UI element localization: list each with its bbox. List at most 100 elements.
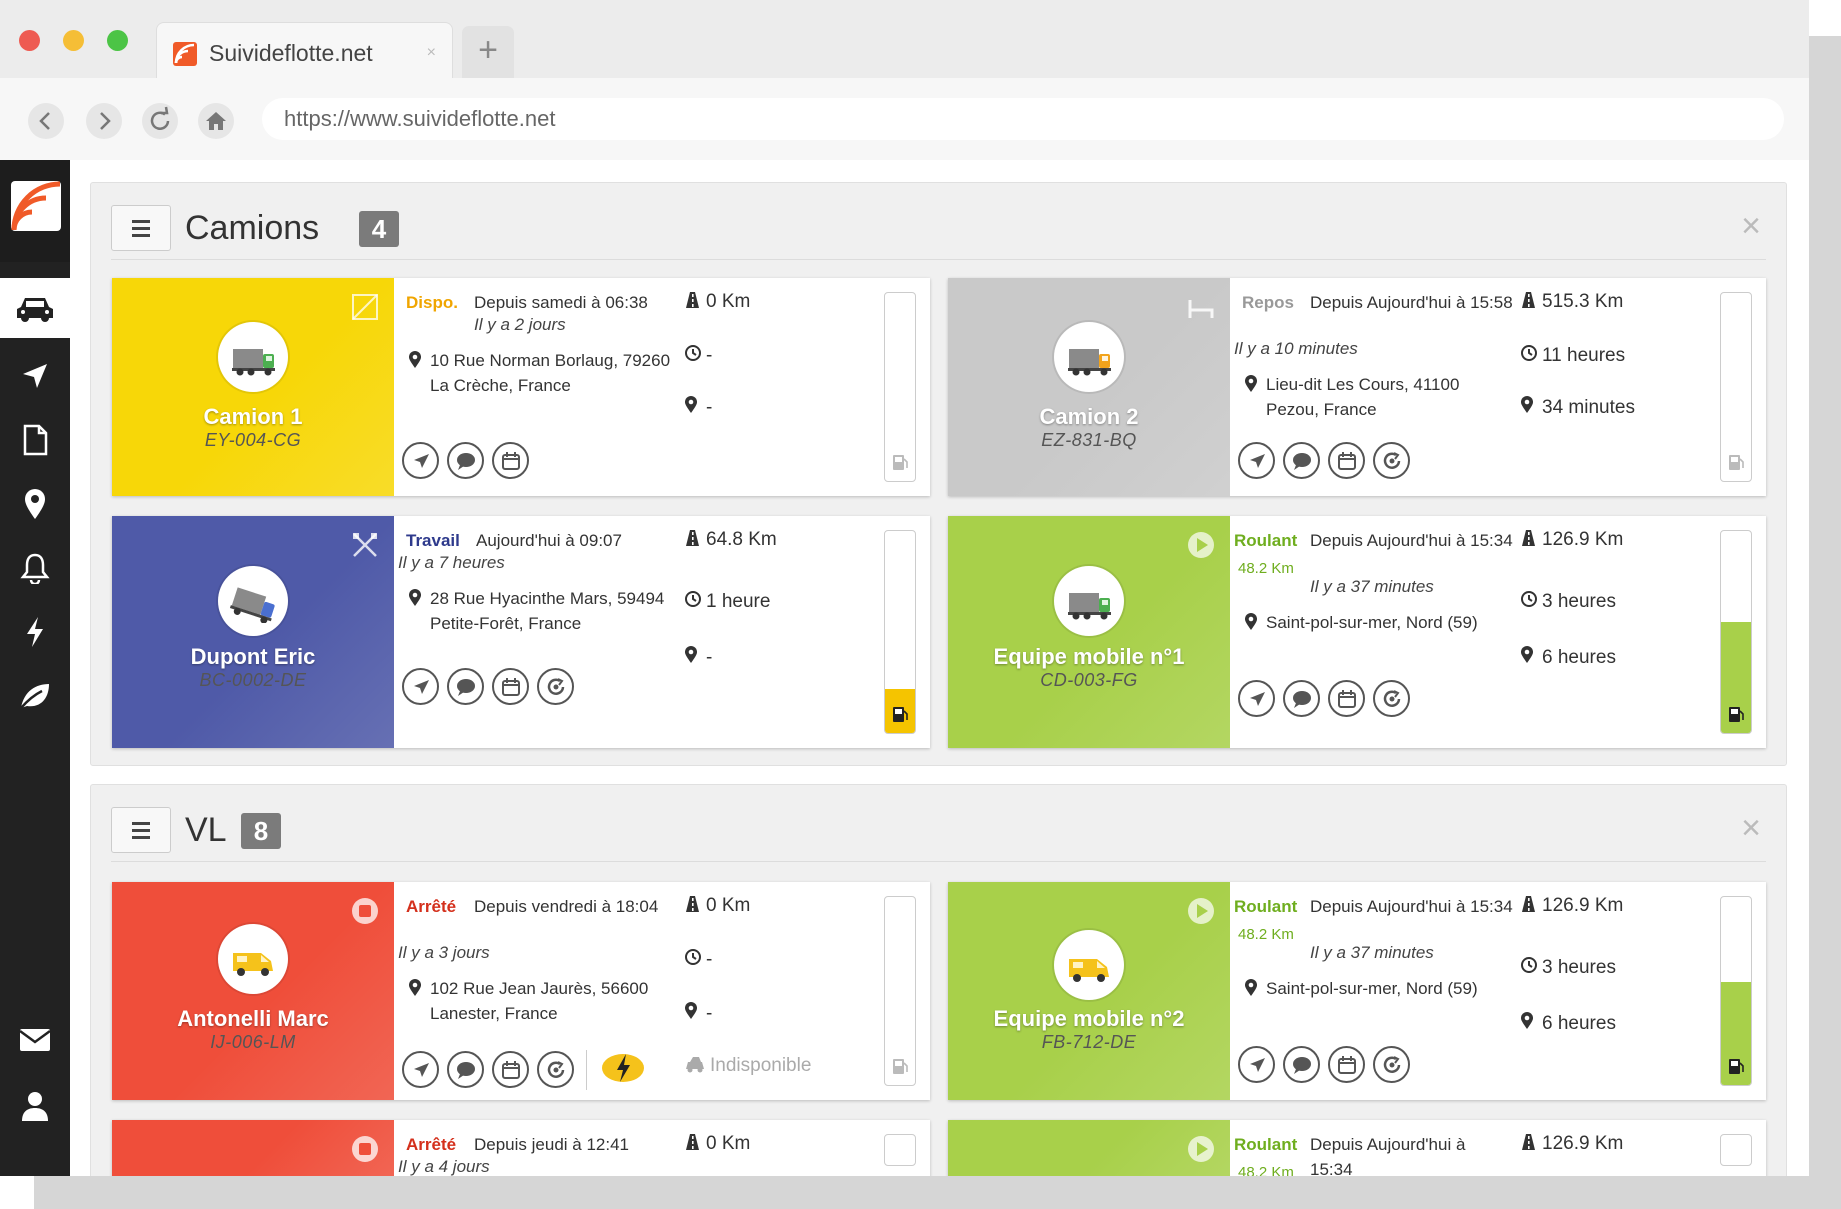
location-pin-icon	[1244, 979, 1258, 997]
sidebar-item-eco[interactable]	[0, 666, 70, 726]
status-since: Depuis Aujourd'hui à 15:34	[1310, 897, 1513, 916]
vehicle-card[interactable]: Camion 2 EZ-831-BQ Repos Depuis Aujourd'hui…	[948, 278, 1766, 496]
navigate-button[interactable]	[402, 668, 439, 705]
vehicle-card[interactable]: Roulant 48.2 Km Depuis Aujourd'hui à 15:34 1…	[948, 1120, 1766, 1176]
vehicle-status-info: Repos Depuis Aujourd'hui à 15:58 Il y a 10…	[1230, 278, 1520, 496]
calendar-button[interactable]	[492, 668, 529, 705]
clock-icon	[1521, 345, 1537, 361]
home-icon	[206, 112, 226, 130]
truck-icon	[232, 349, 275, 376]
close-window-button[interactable]	[19, 30, 40, 51]
stop-duration-stat: 34 minutes	[1520, 396, 1720, 419]
sidebar-item-navigation[interactable]	[0, 346, 70, 406]
tab-close-icon[interactable]: ×	[427, 44, 436, 62]
navigation-bar: https://www.suivideflotte.net	[0, 78, 1809, 160]
sidebar-item-places[interactable]	[0, 474, 70, 534]
fuel-gauge	[1720, 1134, 1752, 1166]
message-button[interactable]	[447, 442, 484, 479]
history-button[interactable]	[537, 1051, 574, 1088]
calendar-button[interactable]	[1328, 442, 1365, 479]
reload-button[interactable]	[142, 103, 178, 139]
sidebar-item-messages[interactable]	[0, 1010, 70, 1070]
stop-duration-stat-value: -	[706, 647, 713, 668]
navigate-button[interactable]	[1238, 1046, 1275, 1083]
vehicle-card[interactable]: Antonelli Marc IJ-006-LM Arrêté Depuis vend…	[112, 882, 930, 1100]
vehicle-status-panel[interactable]: Dupont Eric BC-0002-DE	[112, 516, 394, 748]
calendar-button[interactable]	[1328, 1046, 1365, 1083]
navigate-button[interactable]	[402, 442, 439, 479]
home-button[interactable]	[198, 103, 234, 139]
status-label: Repos	[1242, 293, 1294, 312]
sidebar-item-account[interactable]	[0, 1076, 70, 1136]
message-button[interactable]	[1283, 442, 1320, 479]
message-button[interactable]	[1283, 680, 1320, 717]
fuel-gauge	[884, 530, 916, 734]
history-button[interactable]	[537, 668, 574, 705]
navigate-button[interactable]	[402, 1051, 439, 1088]
vehicle-card[interactable]: Arrêté Depuis jeudi à 12:41 Il y a 4 jours…	[112, 1120, 930, 1176]
map-pin-icon	[685, 1002, 697, 1019]
group-close-icon[interactable]: ×	[1736, 209, 1766, 243]
calendar-icon	[1337, 1055, 1356, 1074]
status-since: Aujourd'hui à 09:07	[476, 531, 622, 550]
vehicle-card[interactable]: Equipe mobile n°2 FB-712-DE Roulant 48.2 Km…	[948, 882, 1766, 1100]
minimize-window-button[interactable]	[63, 30, 84, 51]
stop-duration-stat: 6 heures	[1520, 1012, 1720, 1035]
clock-icon	[685, 345, 701, 361]
play-icon	[1188, 1136, 1214, 1162]
navigate-button[interactable]	[1238, 680, 1275, 717]
message-button[interactable]	[1283, 1046, 1320, 1083]
vehicle-status-panel[interactable]: Equipe mobile n°1 CD-003-FG	[948, 516, 1230, 748]
vehicle-status-panel[interactable]	[112, 1120, 394, 1176]
sidebar-item-alerts[interactable]	[0, 538, 70, 598]
vehicle-card[interactable]: Camion 1 EY-004-CG Dispo. Depuis samedi à 0…	[112, 278, 930, 496]
message-button[interactable]	[447, 1051, 484, 1088]
vehicle-status-info: Dispo. Depuis samedi à 06:38 Il y a 2 jour…	[394, 278, 684, 496]
vehicle-status-panel[interactable]: Antonelli Marc IJ-006-LM	[112, 882, 394, 1100]
vehicle-status-panel[interactable]: Camion 1 EY-004-CG	[112, 278, 394, 496]
road-icon	[686, 292, 699, 308]
history-button[interactable]	[1373, 680, 1410, 717]
sidebar-item-vehicles[interactable]	[0, 278, 70, 338]
vehicle-card[interactable]: Equipe mobile n°1 CD-003-FG Roulant 48.2 Km…	[948, 516, 1766, 748]
sidebar-item-documents[interactable]	[0, 410, 70, 470]
clock-icon	[685, 591, 701, 607]
vehicle-status-panel[interactable]: Camion 2 EZ-831-BQ	[948, 278, 1230, 496]
map-pin-icon	[1245, 375, 1257, 392]
location-pin-icon	[1244, 375, 1258, 393]
back-button[interactable]	[28, 103, 64, 139]
time-ago: Il y a 2 jours	[474, 315, 566, 334]
calendar-button[interactable]	[1328, 680, 1365, 717]
navigate-button[interactable]	[1238, 442, 1275, 479]
group-menu-button[interactable]	[111, 205, 171, 251]
vehicle-status-panel[interactable]: Equipe mobile n°2 FB-712-DE	[948, 882, 1230, 1100]
charging-button[interactable]	[599, 1046, 647, 1093]
vehicle-name: Camion 2	[1039, 404, 1139, 429]
message-button[interactable]	[447, 668, 484, 705]
duration-stat-value: 11 heures	[1542, 345, 1626, 366]
address-bar[interactable]: https://www.suivideflotte.net	[262, 98, 1784, 140]
browser-tab[interactable]: Suivideflotte.net ×	[156, 22, 453, 80]
map-pin-icon	[1245, 613, 1257, 630]
history-button[interactable]	[1373, 1046, 1410, 1083]
time-ago: Il y a 37 minutes	[1310, 577, 1434, 596]
sidebar-item-energy[interactable]	[0, 602, 70, 662]
forward-button[interactable]	[86, 103, 122, 139]
maximize-window-button[interactable]	[107, 30, 128, 51]
vehicle-action-buttons	[1238, 1046, 1410, 1083]
vehicle-status-panel[interactable]	[948, 1120, 1230, 1176]
fuel-pump-icon	[892, 452, 909, 471]
group-menu-button[interactable]	[111, 807, 171, 853]
group-close-icon[interactable]: ×	[1736, 811, 1766, 845]
calendar-button[interactable]	[492, 442, 529, 479]
group-title: VL	[185, 811, 227, 849]
history-button[interactable]	[1373, 442, 1410, 479]
fuel-pump-icon	[892, 704, 909, 723]
app-logo[interactable]	[0, 160, 70, 262]
vehicle-action-buttons	[402, 668, 574, 705]
new-tab-button[interactable]: +	[462, 26, 514, 78]
history-icon	[1383, 1055, 1400, 1073]
calendar-button[interactable]	[492, 1051, 529, 1088]
vehicle-card[interactable]: Dupont Eric BC-0002-DE Travail Aujourd'hui …	[112, 516, 930, 748]
hamburger-bar	[132, 233, 150, 237]
